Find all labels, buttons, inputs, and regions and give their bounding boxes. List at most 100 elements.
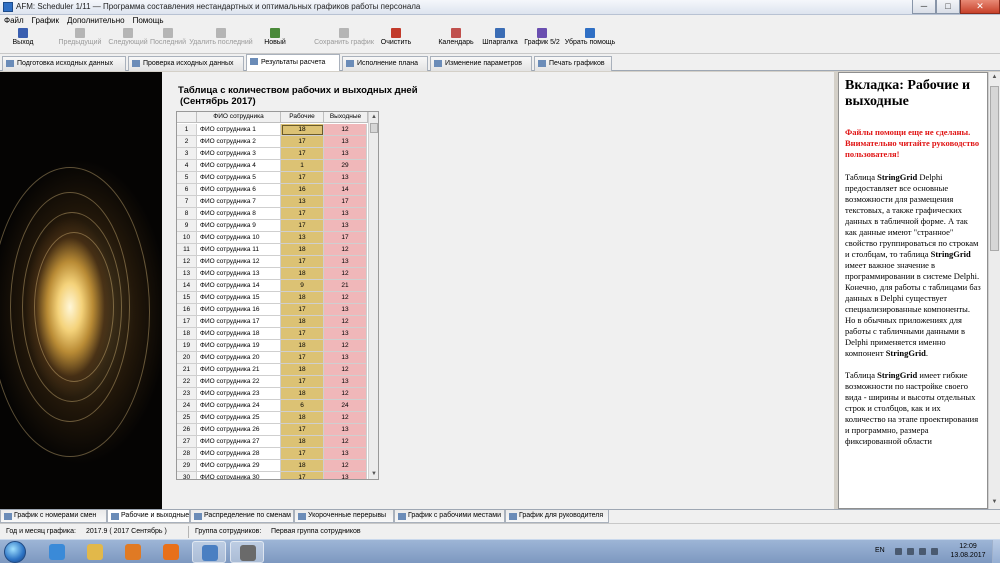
workdays-cell[interactable]: 18 xyxy=(281,124,324,136)
language-indicator[interactable]: EN xyxy=(875,547,885,554)
taskbar-internet-explorer[interactable] xyxy=(40,541,74,563)
employee-name-cell[interactable]: ФИО сотрудника 9 xyxy=(197,220,281,232)
employee-name-cell[interactable]: ФИО сотрудника 1 xyxy=(197,124,281,136)
employee-name-cell[interactable]: ФИО сотрудника 18 xyxy=(197,328,281,340)
taskbar-firefox[interactable] xyxy=(154,541,188,563)
table-row[interactable]: 11 ФИО сотрудника 11 18 12 xyxy=(177,244,368,256)
employee-name-cell[interactable]: ФИО сотрудника 28 xyxy=(197,448,281,460)
workdays-cell[interactable]: 18 xyxy=(281,460,324,472)
table-row[interactable]: 22 ФИО сотрудника 22 17 13 xyxy=(177,376,368,388)
daysoff-cell[interactable]: 29 xyxy=(324,160,367,172)
workdays-cell[interactable]: 17 xyxy=(281,172,324,184)
workdays-cell[interactable]: 18 xyxy=(281,388,324,400)
help-scrollbar[interactable]: ▲ ▼ xyxy=(988,72,1000,509)
workdays-cell[interactable]: 17 xyxy=(281,256,324,268)
delete-last-button[interactable]: Удалить последний xyxy=(188,28,254,53)
daysoff-cell[interactable]: 13 xyxy=(324,172,367,184)
employee-name-cell[interactable]: ФИО сотрудника 21 xyxy=(197,364,281,376)
table-row[interactable]: 2 ФИО сотрудника 2 17 13 xyxy=(177,136,368,148)
table-row[interactable]: 6 ФИО сотрудника 6 16 14 xyxy=(177,184,368,196)
table-row[interactable]: 21 ФИО сотрудника 21 18 12 xyxy=(177,364,368,376)
workdays-cell[interactable]: 18 xyxy=(281,364,324,376)
daysoff-cell[interactable]: 14 xyxy=(324,184,367,196)
employee-name-cell[interactable]: ФИО сотрудника 11 xyxy=(197,244,281,256)
employee-name-cell[interactable]: ФИО сотрудника 12 xyxy=(197,256,281,268)
employee-name-cell[interactable]: ФИО сотрудника 20 xyxy=(197,352,281,364)
employee-name-cell[interactable]: ФИО сотрудника 26 xyxy=(197,424,281,436)
taskbar-media-player[interactable] xyxy=(116,541,150,563)
workdays-cell[interactable]: 17 xyxy=(281,352,324,364)
daysoff-cell[interactable]: 17 xyxy=(324,196,367,208)
workdays-cell[interactable]: 18 xyxy=(281,292,324,304)
table-row[interactable]: 17 ФИО сотрудника 17 18 12 xyxy=(177,316,368,328)
scroll-thumb[interactable] xyxy=(370,123,378,133)
next-button[interactable]: Следующий xyxy=(105,28,151,53)
workdays-cell[interactable]: 6 xyxy=(281,400,324,412)
exit-button[interactable]: Выход xyxy=(8,28,38,53)
daysoff-cell[interactable]: 17 xyxy=(324,232,367,244)
workdays-cell[interactable]: 13 xyxy=(281,232,324,244)
header-work[interactable]: Рабочие xyxy=(281,112,324,123)
taskbar-user-app[interactable] xyxy=(192,541,226,563)
workdays-cell[interactable]: 18 xyxy=(281,340,324,352)
employee-name-cell[interactable]: ФИО сотрудника 19 xyxy=(197,340,281,352)
clock[interactable]: 12:09 13.08.2017 xyxy=(947,542,989,560)
network-icon[interactable] xyxy=(919,548,926,555)
table-row[interactable]: 25 ФИО сотрудника 25 18 12 xyxy=(177,412,368,424)
table-row[interactable]: 20 ФИО сотрудника 20 17 13 xyxy=(177,352,368,364)
table-row[interactable]: 4 ФИО сотрудника 4 1 29 xyxy=(177,160,368,172)
workdays-cell[interactable]: 1 xyxy=(281,160,324,172)
btab-workdays[interactable]: Рабочие и выходные xyxy=(107,510,190,523)
btab-workplaces[interactable]: График с рабочими местами xyxy=(394,510,505,523)
grid-scrollbar[interactable]: ▲ ▼ xyxy=(368,112,378,479)
table-row[interactable]: 9 ФИО сотрудника 9 17 13 xyxy=(177,220,368,232)
workdays-grid[interactable]: ФИО сотрудника Рабочие Выходные 1 ФИО сот… xyxy=(176,111,379,480)
daysoff-cell[interactable]: 13 xyxy=(324,304,367,316)
table-row[interactable]: 18 ФИО сотрудника 18 17 13 xyxy=(177,328,368,340)
employee-name-cell[interactable]: ФИО сотрудника 27 xyxy=(197,436,281,448)
taskbar-file-explorer[interactable] xyxy=(78,541,112,563)
menu-chart[interactable]: График xyxy=(28,15,63,25)
save-chart-button[interactable]: Сохранить график xyxy=(312,28,376,53)
clear-button[interactable]: Очистить xyxy=(378,28,414,53)
employee-name-cell[interactable]: ФИО сотрудника 8 xyxy=(197,208,281,220)
tab-change-params[interactable]: Изменение параметров xyxy=(430,56,532,71)
table-row[interactable]: 23 ФИО сотрудника 23 18 12 xyxy=(177,388,368,400)
daysoff-cell[interactable]: 12 xyxy=(324,364,367,376)
daysoff-cell[interactable]: 13 xyxy=(324,376,367,388)
table-row[interactable]: 7 ФИО сотрудника 7 13 17 xyxy=(177,196,368,208)
new-button[interactable]: Новый xyxy=(260,28,290,53)
table-row[interactable]: 10 ФИО сотрудника 10 13 17 xyxy=(177,232,368,244)
workdays-cell[interactable]: 17 xyxy=(281,208,324,220)
daysoff-cell[interactable]: 12 xyxy=(324,388,367,400)
employee-name-cell[interactable]: ФИО сотрудника 10 xyxy=(197,232,281,244)
employee-name-cell[interactable]: ФИО сотрудника 24 xyxy=(197,400,281,412)
workdays-cell[interactable]: 9 xyxy=(281,280,324,292)
workdays-cell[interactable]: 17 xyxy=(281,376,324,388)
employee-name-cell[interactable]: ФИО сотрудника 29 xyxy=(197,460,281,472)
employee-name-cell[interactable]: ФИО сотрудника 30 xyxy=(197,472,281,479)
help-scroll-up-icon[interactable]: ▲ xyxy=(989,72,1000,83)
help-scroll-thumb[interactable] xyxy=(990,86,999,251)
table-row[interactable]: 27 ФИО сотрудника 27 18 12 xyxy=(177,436,368,448)
btab-distribution[interactable]: Распределение по сменам xyxy=(190,510,294,523)
header-name[interactable]: ФИО сотрудника xyxy=(197,112,281,123)
maximize-button[interactable]: □ xyxy=(936,0,960,14)
start-button[interactable] xyxy=(4,541,26,563)
workdays-cell[interactable]: 17 xyxy=(281,148,324,160)
workdays-cell[interactable]: 17 xyxy=(281,136,324,148)
employee-name-cell[interactable]: ФИО сотрудника 3 xyxy=(197,148,281,160)
employee-name-cell[interactable]: ФИО сотрудника 4 xyxy=(197,160,281,172)
table-row[interactable]: 15 ФИО сотрудника 15 18 12 xyxy=(177,292,368,304)
flag-icon[interactable] xyxy=(907,548,914,555)
daysoff-cell[interactable]: 12 xyxy=(324,340,367,352)
daysoff-cell[interactable]: 13 xyxy=(324,448,367,460)
table-row[interactable]: 14 ФИО сотрудника 14 9 21 xyxy=(177,280,368,292)
daysoff-cell[interactable]: 13 xyxy=(324,328,367,340)
workdays-cell[interactable]: 17 xyxy=(281,220,324,232)
employee-name-cell[interactable]: ФИО сотрудника 17 xyxy=(197,316,281,328)
workdays-cell[interactable]: 17 xyxy=(281,448,324,460)
table-row[interactable]: 19 ФИО сотрудника 19 18 12 xyxy=(177,340,368,352)
workdays-cell[interactable]: 18 xyxy=(281,436,324,448)
daysoff-cell[interactable]: 13 xyxy=(324,220,367,232)
